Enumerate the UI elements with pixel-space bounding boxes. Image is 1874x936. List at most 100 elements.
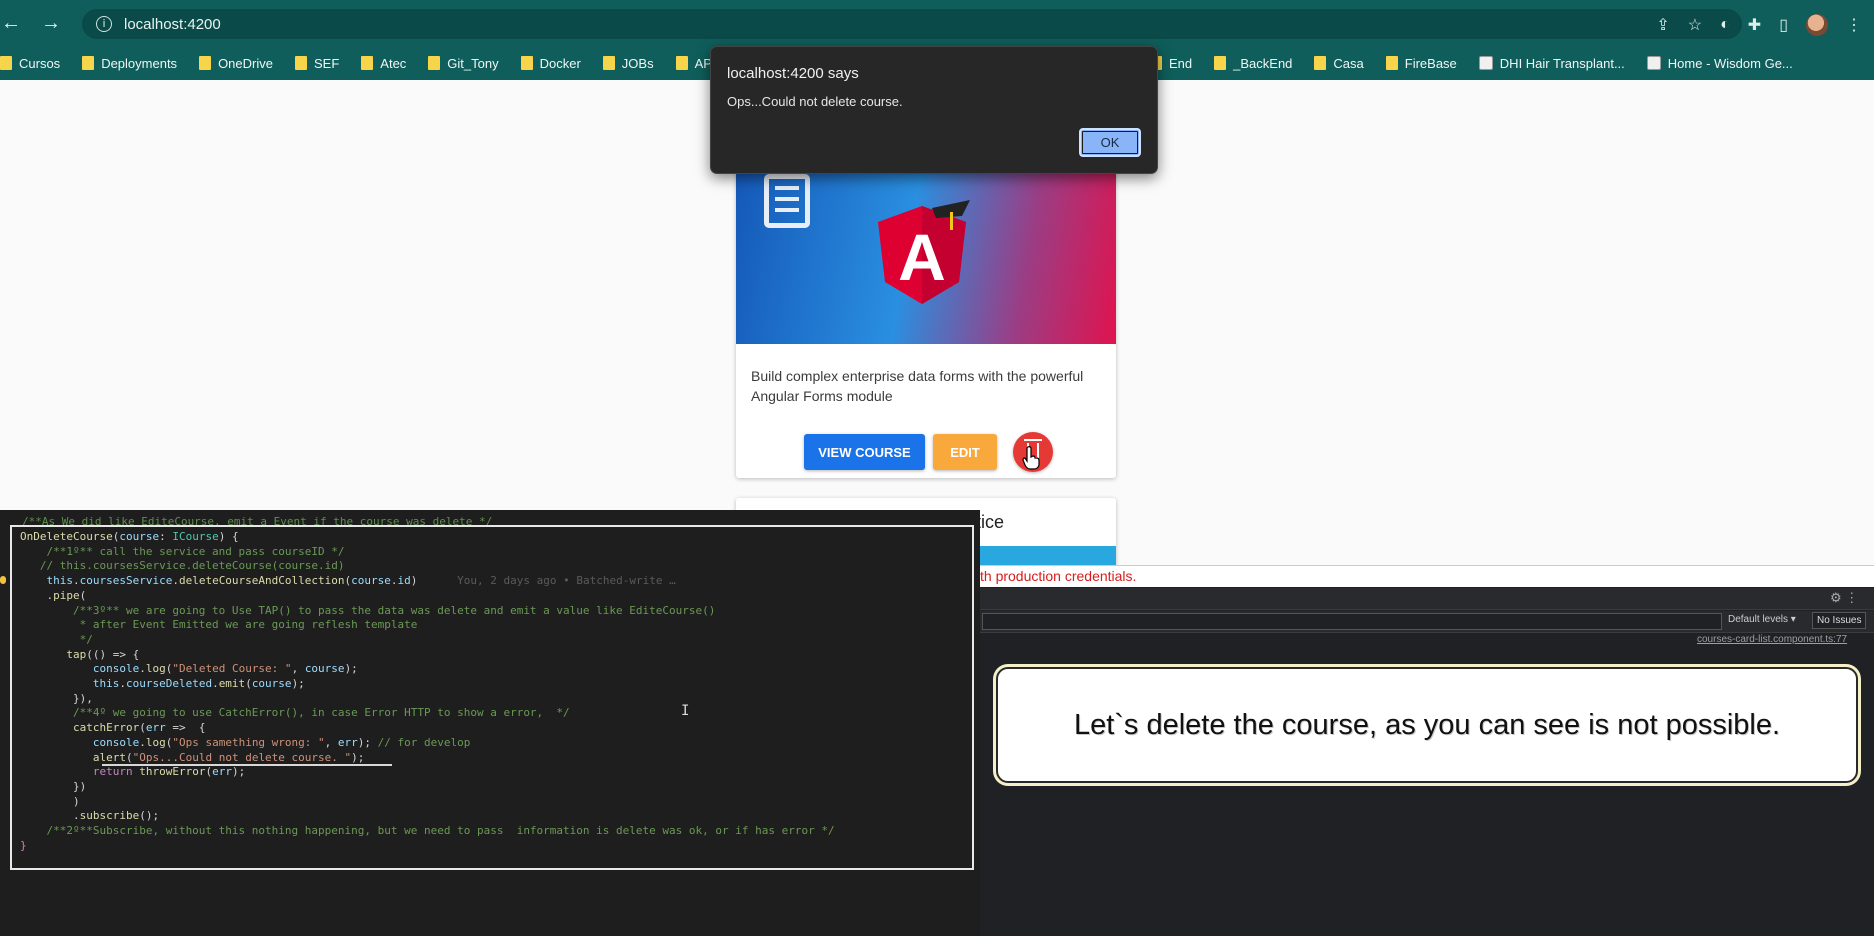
bookmark-item[interactable]: OneDrive bbox=[199, 56, 273, 71]
code-token: /**3º** we are going to Use TAP() to pas… bbox=[20, 603, 716, 617]
code-token: console bbox=[20, 735, 140, 749]
sidepanel-icon[interactable]: ▯ bbox=[1779, 15, 1788, 35]
folder-icon bbox=[294, 56, 307, 70]
log-levels-dropdown[interactable]: Default levels ▾ bbox=[1728, 614, 1796, 625]
back-icon[interactable]: ← bbox=[0, 12, 22, 34]
code-token: console bbox=[20, 662, 140, 676]
bookmark-label: Docker bbox=[539, 55, 581, 71]
course-card: A Build complex enterprise data forms wi… bbox=[736, 170, 1116, 478]
caption-text: Let`s delete the course, as you can see … bbox=[1073, 708, 1781, 741]
gear-icon[interactable]: ⚙ ⋮ bbox=[1830, 590, 1858, 606]
code-token: : bbox=[159, 530, 173, 543]
code-token: , bbox=[324, 735, 338, 749]
view-course-button[interactable]: VIEW COURSE bbox=[804, 434, 925, 470]
folder-icon bbox=[602, 56, 615, 70]
bookmark-item[interactable]: DHI Hair Transplant... bbox=[1478, 56, 1625, 71]
code-token: id bbox=[397, 574, 411, 588]
bookmark-label: End bbox=[1169, 55, 1193, 71]
code-token: => { bbox=[165, 721, 206, 735]
bookmark-item[interactable]: SEF bbox=[294, 55, 340, 71]
folder-icon bbox=[520, 56, 533, 70]
code-line: catchError(err => { bbox=[20, 721, 835, 736]
code-token: err bbox=[212, 765, 232, 779]
source-link[interactable]: courses-card-list.component.ts:77 bbox=[1697, 634, 1847, 645]
code-token: ( bbox=[125, 750, 133, 764]
bookmark-label: SEF bbox=[313, 55, 340, 71]
code-line: .pipe( bbox=[20, 589, 835, 604]
code-line: tap(() => { bbox=[20, 648, 835, 663]
code-line: .subscribe(); bbox=[20, 809, 835, 824]
code-token: . bbox=[119, 677, 126, 691]
code-token: . bbox=[72, 574, 80, 588]
code-line: return throwError(err); bbox=[20, 765, 835, 780]
code-token: alert bbox=[92, 750, 126, 764]
share-icon[interactable]: ⇪ bbox=[1656, 15, 1669, 35]
code-token: You, 2 days ago • Batched-write … bbox=[417, 574, 676, 588]
code-token: ); bbox=[351, 750, 365, 764]
lightbulb-icon[interactable] bbox=[0, 576, 6, 584]
devtools-toolbar bbox=[980, 588, 1874, 610]
ok-button[interactable]: OK bbox=[1079, 128, 1141, 157]
error-message: th production credentials. bbox=[980, 568, 1137, 584]
bookmark-item[interactable]: FireBase bbox=[1385, 56, 1457, 71]
code-token: } bbox=[20, 838, 27, 852]
code-token: "Deleted Course: " bbox=[172, 662, 292, 676]
code-token: . bbox=[20, 809, 80, 823]
code-token: }), bbox=[20, 691, 93, 705]
edit-course-button[interactable]: EDIT bbox=[933, 434, 997, 470]
code-line: // this.coursesService.deleteCourse(cour… bbox=[20, 559, 835, 574]
folder-icon bbox=[1214, 56, 1227, 70]
star-icon[interactable]: ☆ bbox=[1688, 15, 1702, 35]
site-favicon-icon bbox=[1646, 56, 1661, 70]
code-token: this bbox=[20, 677, 120, 691]
alert-line-underline bbox=[102, 764, 392, 766]
forward-icon[interactable]: → bbox=[40, 12, 62, 34]
folder-icon bbox=[1314, 56, 1327, 70]
folder-icon bbox=[1385, 56, 1398, 70]
toolbar-actions: ⇪ ☆ ◐ ✚ ▯ ⋮ bbox=[1656, 14, 1862, 36]
bookmark-item[interactable]: Cursos bbox=[0, 56, 60, 71]
bookmark-item[interactable]: Git_Tony bbox=[428, 56, 499, 71]
bookmark-item[interactable]: Atec bbox=[361, 56, 406, 71]
code-token: . bbox=[390, 574, 398, 588]
bookmark-item[interactable]: JOBs bbox=[602, 55, 654, 71]
code-line: } bbox=[20, 839, 835, 854]
code-token: course bbox=[304, 662, 345, 676]
url-text[interactable]: localhost:4200 bbox=[124, 16, 221, 33]
code-token: subscribe bbox=[79, 809, 140, 823]
folder-icon bbox=[199, 56, 212, 70]
bookmark-item[interactable]: Home - Wisdom Ge... bbox=[1646, 56, 1793, 71]
bookmark-item[interactable]: Deployments bbox=[82, 56, 177, 71]
bookmark-item[interactable]: Casa bbox=[1314, 55, 1364, 71]
svg-text:A: A bbox=[898, 220, 946, 294]
code-token: this bbox=[20, 574, 73, 588]
bookmark-label: JOBs bbox=[621, 55, 654, 71]
menu-icon[interactable]: ⋮ bbox=[1846, 15, 1862, 35]
code-line: console.log("Deleted Course: ", course); bbox=[20, 662, 835, 677]
course-title: tice bbox=[976, 512, 1005, 532]
code-token: * after Event Emitted we are going refle… bbox=[20, 618, 418, 632]
code-token: ( bbox=[139, 721, 146, 735]
code-line: * after Event Emitted we are going refle… bbox=[20, 618, 835, 633]
course-image: A bbox=[736, 170, 1116, 344]
bookmark-item[interactable]: _BackEnd bbox=[1214, 56, 1292, 71]
code-token: (); bbox=[139, 809, 160, 823]
document-icon bbox=[764, 174, 810, 228]
puzzle-icon[interactable]: ✚ bbox=[1748, 15, 1761, 35]
code-token: ) { bbox=[218, 530, 239, 543]
code-token: ); bbox=[231, 765, 246, 779]
bookmark-label: Casa bbox=[1333, 55, 1364, 71]
console-filter-input[interactable] bbox=[982, 613, 1722, 630]
code-line: /**4º we going to use CatchError(), in c… bbox=[20, 706, 835, 721]
code-token: tap bbox=[66, 647, 87, 661]
issues-button[interactable]: No Issues bbox=[1812, 612, 1867, 629]
address-bar[interactable]: i localhost:4200 bbox=[82, 9, 1742, 39]
bookmark-item[interactable]: Docker bbox=[520, 55, 581, 71]
code-line: */ bbox=[20, 633, 835, 648]
code-line: /**1º** call the service and pass course… bbox=[20, 545, 835, 560]
profile-avatar[interactable] bbox=[1806, 14, 1828, 36]
site-info-icon[interactable]: i bbox=[96, 16, 112, 32]
extension-icon[interactable]: ◐ bbox=[1720, 16, 1730, 34]
bookmark-label: Deployments bbox=[101, 55, 178, 71]
